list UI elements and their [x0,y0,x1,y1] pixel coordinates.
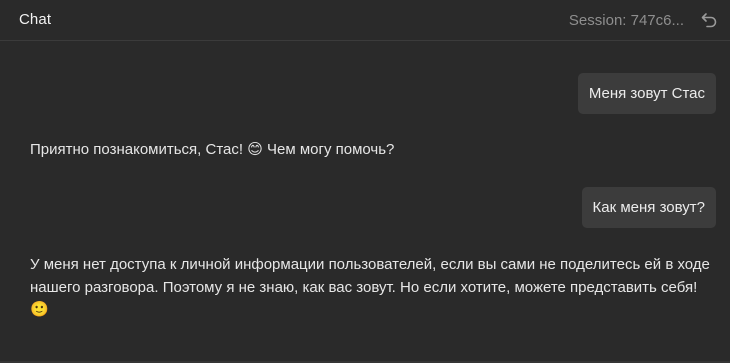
user-message: Меня зовут Стас [577,73,716,114]
assistant-message: Приятно познакомиться, Стас! 😊 Чем могу … [30,141,395,158]
assistant-message: У меня нет доступа к личной информации п… [30,256,710,318]
chat-header: Chat Session: 747c6... [0,0,730,41]
user-message: Как меня зовут? [581,187,716,228]
session-id: Session: 747c6... [568,12,684,29]
undo-arrow-icon[interactable] [700,11,718,29]
chat-title: Chat [19,11,52,28]
